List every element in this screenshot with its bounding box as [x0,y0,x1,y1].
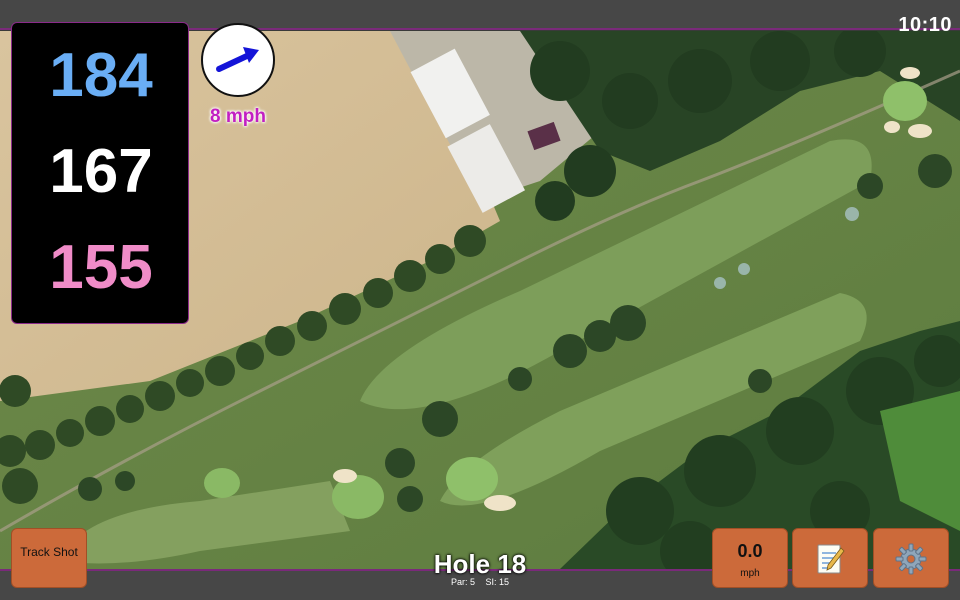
hole-par: Par: 5 [450,577,475,587]
speed-unit: mph [740,568,760,579]
track-shot-button[interactable]: Track Shot [11,528,87,588]
middle-distance: 167 [49,137,153,206]
notes-button[interactable] [792,528,868,588]
settings-button[interactable] [873,528,949,588]
notepad-icon [817,544,845,574]
back-distance: 184 [49,41,153,110]
wind-direction-dial [201,23,275,97]
golf-gps-screen: 10:10 184 167 155 8 mph Track Shot Hole … [0,0,960,600]
hole-title: Hole 18 [433,549,527,579]
distance-panel: 184 167 155 [11,22,189,324]
hole-details: Par: 5 SI: 15 [380,577,580,587]
speed-button[interactable]: 0.0 mph [712,528,788,588]
arrow-right-up-icon [216,47,259,72]
speed-value: 0.0 [737,541,763,561]
front-distance: 155 [49,233,153,302]
wind-speed: 8 mph [210,106,266,127]
hole-stroke-index: SI: 15 [485,577,510,587]
track-shot-label: Track Shot [20,545,78,559]
gear-icon [895,543,927,575]
